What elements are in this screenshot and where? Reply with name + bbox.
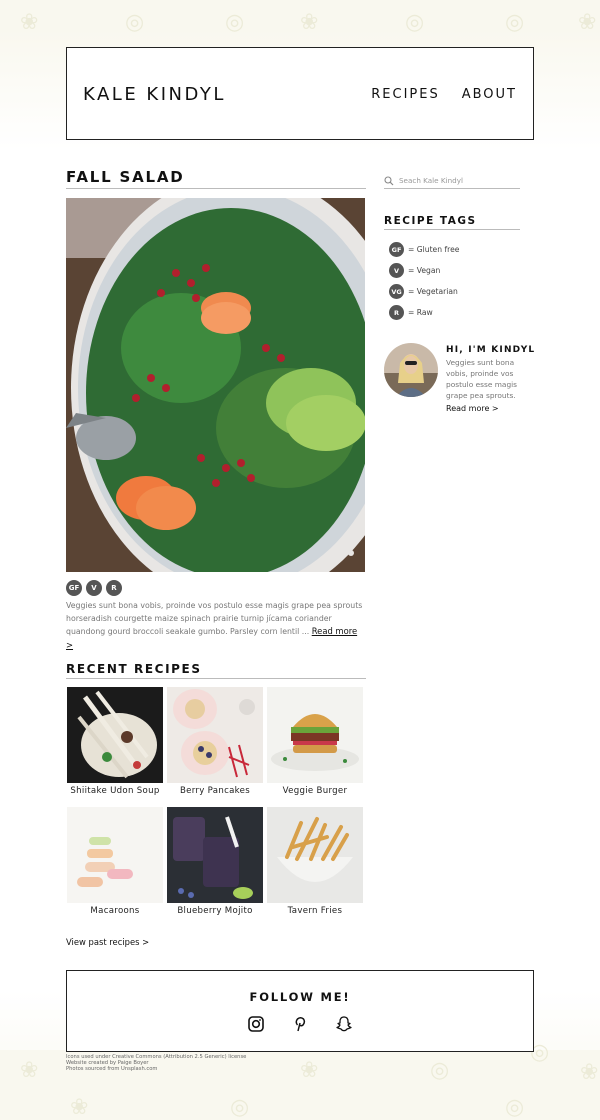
snapchat-icon[interactable] <box>335 1015 353 1033</box>
search-icon <box>384 175 394 185</box>
recipe-tags-list: GF = Gluten free V = Vegan VG = Vegetari… <box>389 239 459 323</box>
udon-soup-photo <box>67 687 163 783</box>
recipe-name[interactable]: Shiitake Udon Soup <box>67 786 163 796</box>
social-links <box>67 1015 533 1033</box>
credits: Icons used under Creative Commons (Attri… <box>66 1054 246 1073</box>
search-input[interactable] <box>399 176 509 185</box>
tag-badge: VG <box>389 284 404 299</box>
veggie-burger-photo <box>267 687 363 783</box>
salad-photo <box>66 198 365 572</box>
tag-legend-item[interactable]: V = Vegan <box>389 260 459 281</box>
follow-section: FOLLOW ME! <box>66 970 534 1052</box>
recipe-image[interactable] <box>267 687 363 783</box>
about-read-more-link[interactable]: Read more > <box>446 404 499 413</box>
about-title: HI, I'M KINDYL <box>446 345 536 355</box>
recipe-tags-title: RECIPE TAGS <box>384 215 520 230</box>
post-title[interactable]: FALL SALAD <box>66 168 366 189</box>
tag-badge[interactable]: V <box>86 580 102 596</box>
recipe-image[interactable] <box>67 687 163 783</box>
instagram-icon[interactable] <box>247 1015 265 1033</box>
author-avatar <box>384 343 438 397</box>
tag-legend-item[interactable]: VG = Vegetarian <box>389 281 459 302</box>
tag-label: = Gluten free <box>408 245 460 254</box>
recipe-card[interactable]: Macaroons <box>67 807 163 916</box>
tag-legend-item[interactable]: GF = Gluten free <box>389 239 459 260</box>
tag-label: = Raw <box>408 308 433 317</box>
tavern-fries-photo <box>267 807 363 903</box>
search-bar <box>384 173 520 189</box>
recipe-image[interactable] <box>167 687 263 783</box>
recipe-card[interactable]: Tavern Fries <box>267 807 363 916</box>
berry-pancakes-photo <box>167 687 263 783</box>
nav-about[interactable]: ABOUT <box>462 87 517 102</box>
recipe-card[interactable]: Veggie Burger <box>267 687 363 796</box>
recipe-card[interactable]: Blueberry Mojito <box>167 807 263 916</box>
recipe-card[interactable]: Berry Pancakes <box>167 687 263 796</box>
tag-badge[interactable]: GF <box>66 580 82 596</box>
nav-recipes[interactable]: RECIPES <box>371 87 439 102</box>
post-excerpt: Veggies sunt bona vobis, proinde vos pos… <box>66 600 366 652</box>
recipe-image[interactable] <box>167 807 263 903</box>
tag-label: = Vegetarian <box>408 287 458 296</box>
recipe-name[interactable]: Tavern Fries <box>267 906 363 916</box>
main-nav: RECIPES ABOUT <box>371 87 517 102</box>
post-tags: GF V R <box>66 580 122 596</box>
tag-badge[interactable]: R <box>106 580 122 596</box>
site-title[interactable]: KALE KINDYL <box>83 84 226 105</box>
recipe-image[interactable] <box>67 807 163 903</box>
tag-badge: R <box>389 305 404 320</box>
post-hero-image[interactable] <box>66 198 365 572</box>
credit-line: Photos sourced from Unsplash.com <box>66 1066 158 1073</box>
follow-title: FOLLOW ME! <box>249 990 351 1004</box>
recipe-name[interactable]: Blueberry Mojito <box>167 906 263 916</box>
recent-recipes-title: RECENT RECIPES <box>66 662 366 679</box>
macaroons-photo <box>67 807 163 903</box>
about-text: Veggies sunt bona vobis, proinde vos pos… <box>446 358 518 400</box>
view-past-recipes-link[interactable]: View past recipes > <box>66 937 149 947</box>
recipe-card[interactable]: Shiitake Udon Soup <box>67 687 163 796</box>
recipe-image[interactable] <box>267 807 363 903</box>
tag-legend-item[interactable]: R = Raw <box>389 302 459 323</box>
recipe-name[interactable]: Macaroons <box>67 906 163 916</box>
blueberry-mojito-photo <box>167 807 263 903</box>
recipe-name[interactable]: Veggie Burger <box>267 786 363 796</box>
site-header: KALE KINDYL RECIPES ABOUT <box>66 47 534 140</box>
recipe-name[interactable]: Berry Pancakes <box>167 786 263 796</box>
tag-badge: V <box>389 263 404 278</box>
tag-label: = Vegan <box>408 266 441 275</box>
pinterest-icon[interactable] <box>291 1015 309 1033</box>
avatar-photo <box>384 343 438 397</box>
tag-badge: GF <box>389 242 404 257</box>
